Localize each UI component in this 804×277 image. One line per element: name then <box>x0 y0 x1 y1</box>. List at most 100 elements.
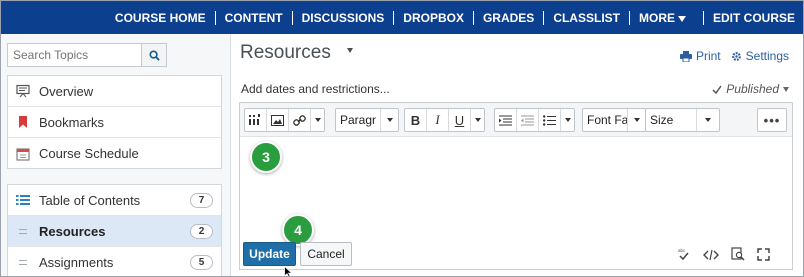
alignment-group <box>494 108 575 132</box>
search-button[interactable] <box>141 43 167 67</box>
preview-icon[interactable] <box>731 247 745 266</box>
print-link[interactable]: Print <box>679 49 721 63</box>
drag-handle-icon[interactable] <box>16 224 30 238</box>
nav-separator <box>543 10 545 25</box>
search-input[interactable] <box>7 43 141 67</box>
nav-separator <box>472 10 474 25</box>
add-restrictions-link[interactable]: Add dates and restrictions... <box>241 82 390 96</box>
nav-grades[interactable]: GRADES <box>483 10 553 25</box>
insert-more-dropdown[interactable] <box>311 109 324 131</box>
nav-separator <box>702 10 704 25</box>
nav-discussions[interactable]: DISCUSSIONS <box>302 10 404 25</box>
count-badge: 5 <box>190 255 213 270</box>
sidebar-item-label: Course Schedule <box>39 146 139 161</box>
outdent-button[interactable] <box>517 109 539 131</box>
sidebar-item-bookmarks[interactable]: Bookmarks <box>8 107 221 138</box>
font-family-dropdown[interactable] <box>628 109 645 131</box>
mouse-cursor-icon <box>284 266 293 276</box>
insert-group <box>244 108 325 132</box>
nav-more[interactable]: MORE <box>639 10 713 25</box>
font-family-select[interactable]: Font Fa <box>582 108 646 132</box>
bookmark-icon <box>16 115 30 129</box>
overview-icon <box>16 84 30 98</box>
chevron-down-icon <box>705 118 712 122</box>
chevron-down-icon <box>564 118 571 122</box>
insert-stuff-icon <box>249 114 260 125</box>
editor-toolbar: Paragr B I U Font Fa Size ••• <box>240 103 792 137</box>
editor-footer-tools: abc <box>677 247 770 266</box>
chevron-down-icon <box>633 118 640 122</box>
paragraph-dropdown[interactable] <box>381 109 398 131</box>
sidebar-item-overview[interactable]: Overview <box>8 76 221 107</box>
format-more-dropdown[interactable] <box>471 109 484 131</box>
app-window: COURSE HOME CONTENT DISCUSSIONS DROPBOX … <box>0 0 804 277</box>
source-code-icon[interactable] <box>703 248 719 266</box>
font-size-select[interactable]: Size <box>645 108 720 132</box>
fullscreen-icon[interactable] <box>757 247 770 266</box>
nav-separator <box>628 10 630 25</box>
font-size-dropdown[interactable] <box>697 109 719 131</box>
bullet-list-button[interactable] <box>539 109 561 131</box>
update-button[interactable]: Update <box>243 242 296 266</box>
list-more-dropdown[interactable] <box>561 109 574 131</box>
step-marker: 3 <box>250 141 282 173</box>
sidebar-item-course-schedule[interactable]: Course Schedule <box>8 138 221 169</box>
indent-button[interactable] <box>495 109 517 131</box>
nav-classlist[interactable]: CLASSLIST <box>553 10 639 25</box>
sidebar-item-resources[interactable]: Resources 2 <box>8 216 221 247</box>
bold-button[interactable]: B <box>405 109 427 131</box>
cancel-button[interactable]: Cancel <box>300 242 352 266</box>
nav-edit-course[interactable]: EDIT COURSE <box>713 11 803 25</box>
sidebar-item-label: Table of Contents <box>39 192 141 208</box>
published-status[interactable]: Published <box>712 82 779 96</box>
image-icon <box>271 114 284 126</box>
count-badge: 7 <box>190 193 213 208</box>
chevron-down-icon <box>314 118 321 122</box>
sidebar: Overview Bookmarks Course Schedule T <box>1 34 231 276</box>
more-actions-button[interactable]: ••• <box>757 108 787 132</box>
checkmark-icon <box>712 85 722 94</box>
page-title: Resources <box>240 42 331 63</box>
search-icon <box>148 49 160 61</box>
underline-button[interactable]: U <box>449 109 471 131</box>
printer-icon <box>679 50 692 62</box>
italic-button[interactable]: I <box>427 109 449 131</box>
nav-dropbox[interactable]: DROPBOX <box>403 10 483 25</box>
sidebar-item-label: Assignments <box>39 255 114 270</box>
nav-separator <box>393 10 395 25</box>
settings-link[interactable]: Settings <box>731 49 789 63</box>
insert-image-button[interactable] <box>267 109 289 131</box>
sidebar-top-list: Overview Bookmarks Course Schedule <box>7 75 222 169</box>
gear-icon <box>731 51 741 61</box>
chevron-down-icon <box>677 15 686 22</box>
nav-course-home[interactable]: COURSE HOME <box>115 10 225 25</box>
sidebar-item-table-of-contents[interactable]: Table of Contents 7 <box>8 185 221 216</box>
text-format-group: B I U <box>404 108 485 132</box>
nav-content[interactable]: CONTENT <box>225 10 302 25</box>
bullet-list-icon <box>543 114 556 126</box>
outdent-icon <box>521 115 534 125</box>
chevron-down-icon <box>474 118 481 122</box>
drag-handle-icon[interactable] <box>16 256 30 270</box>
sidebar-item-label: Overview <box>39 83 94 99</box>
list-icon <box>16 193 30 207</box>
spellcheck-icon[interactable]: abc <box>677 247 691 266</box>
paragraph-select[interactable]: Paragr <box>335 108 399 132</box>
nav-separator <box>214 10 216 25</box>
chevron-down-icon <box>386 118 393 122</box>
sidebar-item-label: Bookmarks <box>39 114 105 130</box>
title-menu-chevron-icon[interactable] <box>347 48 353 53</box>
page-actions: Print Settings <box>679 49 789 63</box>
insert-stuff-button[interactable] <box>245 109 267 131</box>
sidebar-content-list: Table of Contents 7 Resources 2 Assignme… <box>7 184 222 276</box>
insert-link-button[interactable] <box>289 109 311 131</box>
indent-icon <box>499 115 512 125</box>
sidebar-item-assignments[interactable]: Assignments 5 <box>8 247 221 276</box>
svg-text:abc: abc <box>678 248 686 253</box>
search-topics <box>7 43 167 67</box>
link-icon <box>293 114 306 126</box>
chevron-down-icon[interactable] <box>783 87 789 92</box>
top-navigation-bar: COURSE HOME CONTENT DISCUSSIONS DROPBOX … <box>1 1 803 34</box>
nav-separator <box>291 10 293 25</box>
count-badge: 2 <box>190 224 213 239</box>
